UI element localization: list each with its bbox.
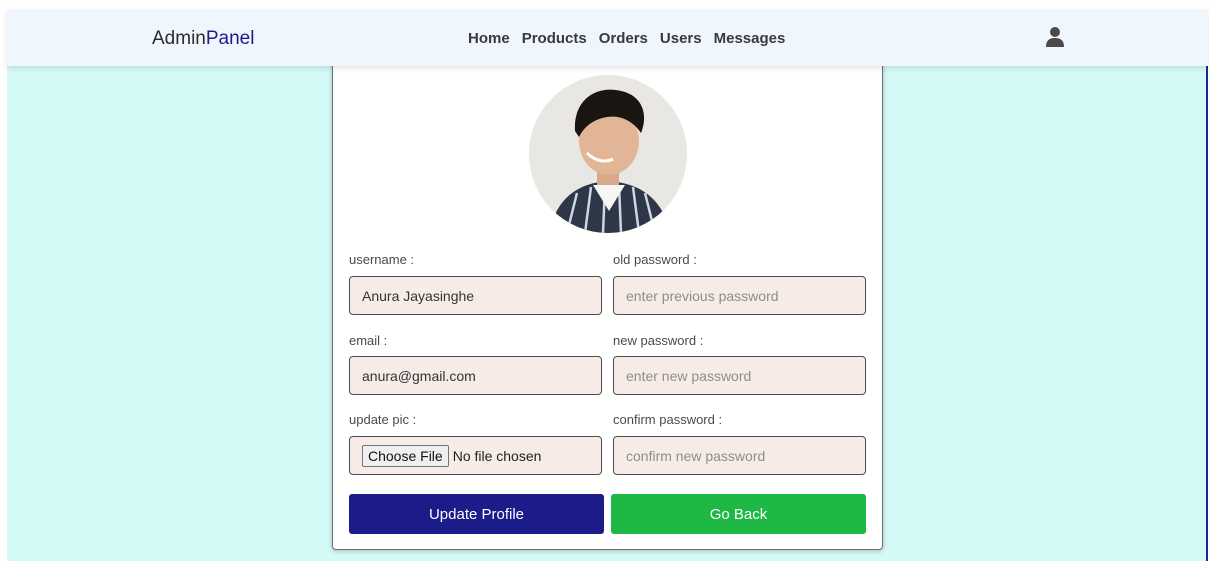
confirm-password-label: confirm password : — [613, 412, 723, 427]
update-profile-button[interactable]: Update Profile — [349, 494, 604, 534]
choose-file-button[interactable]: Choose File — [362, 444, 449, 467]
username-label: username : — [349, 252, 415, 267]
file-input[interactable]: Choose File No file chosen — [349, 436, 602, 475]
profile-card: username : old password : email : new pa… — [332, 40, 883, 550]
nav-links: Home Products Orders Users Messages — [468, 30, 785, 47]
navbar: AdminPanel Home Products Orders Users Me… — [7, 10, 1208, 66]
new-password-label: new password : — [613, 333, 704, 348]
file-status: No file chosen — [452, 447, 542, 464]
new-password-input[interactable] — [613, 356, 866, 395]
nav-messages[interactable]: Messages — [714, 30, 786, 47]
nav-users[interactable]: Users — [660, 30, 702, 47]
go-back-button[interactable]: Go Back — [611, 494, 866, 534]
nav-home[interactable]: Home — [468, 30, 510, 47]
brand-accent: Panel — [205, 28, 255, 49]
confirm-password-input[interactable] — [613, 436, 866, 475]
user-icon[interactable] — [1045, 26, 1065, 48]
old-password-input[interactable] — [613, 276, 866, 315]
email-label: email : — [349, 333, 388, 348]
nav-products[interactable]: Products — [522, 30, 587, 47]
nav-orders[interactable]: Orders — [599, 30, 648, 47]
brand-prefix: Admin — [152, 28, 206, 49]
avatar — [529, 75, 687, 233]
username-input[interactable] — [349, 276, 602, 315]
avatar-photo — [529, 75, 687, 233]
old-password-label: old password : — [613, 252, 697, 267]
email-input[interactable] — [349, 356, 602, 395]
update-pic-label: update pic : — [349, 412, 417, 427]
brand-logo[interactable]: AdminPanel — [152, 28, 254, 50]
